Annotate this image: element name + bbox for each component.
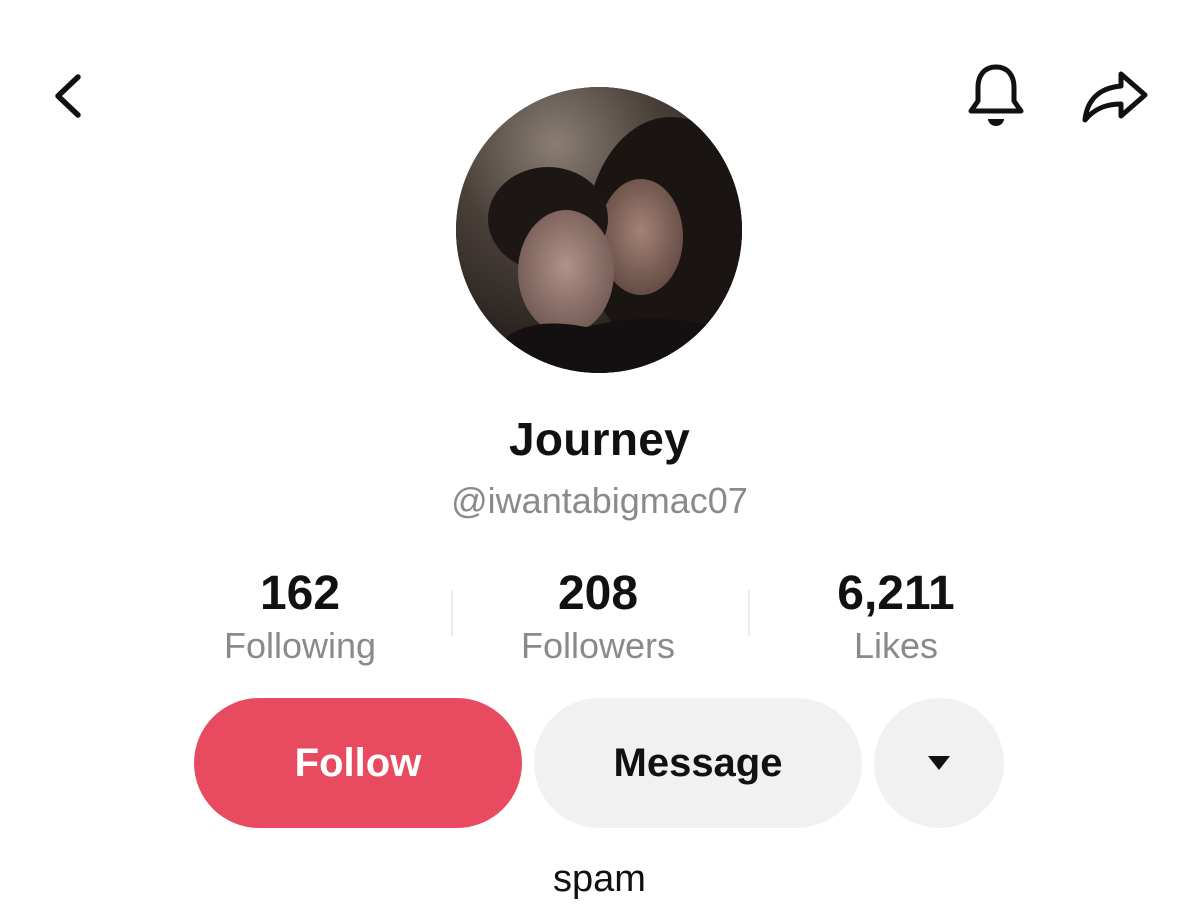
profile-page: Journey @iwantabigmac07 162 Following 20… — [0, 0, 1199, 921]
message-button[interactable]: Message — [534, 698, 862, 828]
caret-down-icon — [928, 756, 950, 770]
more-options-button[interactable] — [874, 698, 1004, 828]
stat-following[interactable]: 162 Following — [170, 566, 430, 668]
display-name: Journey — [508, 413, 691, 465]
share-button[interactable] — [1072, 58, 1158, 134]
stat-divider — [451, 590, 453, 636]
stat-followers[interactable]: 208 Followers — [468, 566, 728, 668]
back-button[interactable] — [30, 58, 106, 134]
likes-count: 6,211 — [837, 567, 955, 620]
following-count: 162 — [259, 567, 341, 620]
avatar[interactable] — [456, 87, 742, 373]
chevron-left-icon — [55, 74, 81, 118]
stat-likes: 6,211 Likes — [766, 566, 1026, 668]
notification-button[interactable] — [956, 58, 1036, 134]
avatar-photo — [456, 87, 742, 373]
bio-text: spam — [553, 858, 646, 900]
follow-button[interactable]: Follow — [194, 698, 522, 828]
followers-label: Followers — [520, 625, 676, 666]
bell-icon — [968, 64, 1024, 126]
followers-count: 208 — [557, 567, 639, 620]
username: @iwantabigmac07 — [451, 480, 748, 521]
likes-label: Likes — [853, 625, 939, 666]
share-arrow-icon — [1082, 71, 1148, 123]
stat-divider — [748, 590, 750, 636]
following-label: Following — [223, 625, 377, 666]
